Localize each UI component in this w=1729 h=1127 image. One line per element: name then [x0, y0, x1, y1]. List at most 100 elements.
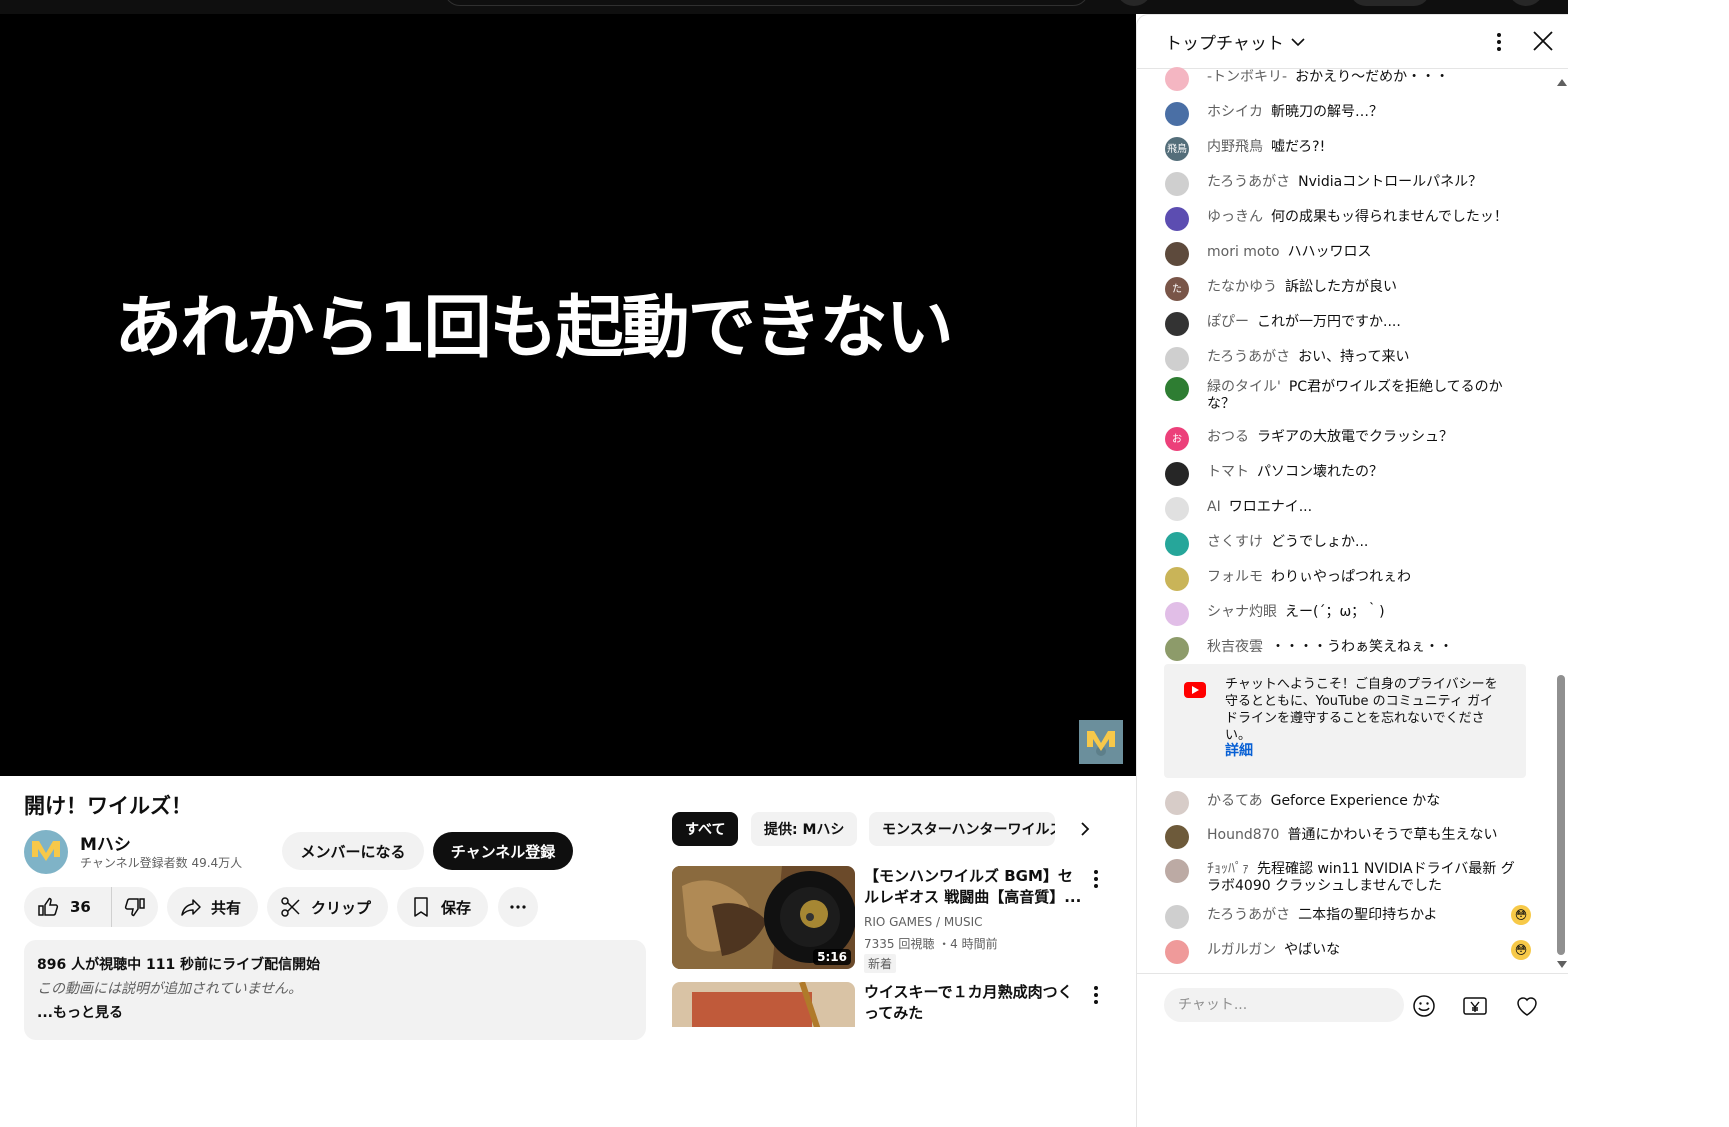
chat-author-avatar[interactable]: 飛鳥 [1165, 137, 1189, 161]
chat-author-name[interactable]: ゆっきん [1207, 209, 1263, 225]
chat-title: トップチャット [1165, 34, 1284, 54]
chip-all[interactable]: すべて [672, 812, 739, 846]
chat-author-avatar[interactable] [1165, 791, 1189, 815]
video-player[interactable]: あれから1回も起動できない [0, 14, 1136, 776]
chat-author-name[interactable]: シャナ灼眼 [1207, 604, 1277, 620]
create-button[interactable] [1116, 0, 1152, 6]
close-chat-button[interactable] [1531, 29, 1555, 53]
show-more-link[interactable]: ...もっと見る [37, 1002, 633, 1022]
chat-author-name[interactable]: ﾁｮｯﾊﾟｧ [1207, 861, 1249, 877]
share-button[interactable]: 共有 [167, 887, 258, 927]
chips-next-button[interactable] [1072, 816, 1098, 842]
new-badge: 新着 [864, 954, 897, 973]
chat-author-name[interactable]: -トンボキリ- [1207, 69, 1287, 85]
chat-author-avatar[interactable] [1165, 312, 1189, 336]
related-more-button[interactable] [1088, 984, 1104, 1006]
related-channel[interactable]: RIO GAMES / MUSIC [864, 915, 983, 929]
channel-watermark[interactable] [1079, 720, 1123, 764]
currency-yen-icon [1463, 997, 1487, 1015]
chip-monster-hunter[interactable]: モンスターハンターワイルズ [869, 812, 1055, 846]
chat-author-avatar[interactable] [1165, 905, 1189, 929]
chat-author-name[interactable]: おつる [1207, 429, 1249, 445]
chat-author-avatar[interactable] [1165, 242, 1189, 266]
related-video[interactable]: 5:16 【モンハンワイルズ BGM】セルレギオス 戦闘曲【高音質】... RI… [672, 866, 1112, 973]
welcome-details-link[interactable]: 詳細 [1225, 740, 1253, 760]
like-chat-button[interactable] [1513, 992, 1541, 1020]
chat-author-avatar[interactable] [1165, 377, 1189, 401]
chat-author-avatar[interactable] [1165, 207, 1189, 231]
super-chat-button[interactable] [1461, 992, 1489, 1020]
related-title[interactable]: 【モンハンワイルズ BGM】セルレギオス 戦闘曲【高音質】... [864, 866, 1084, 908]
subscribe-button[interactable]: チャンネル登録 [433, 832, 573, 870]
chat-author-avatar[interactable] [1165, 637, 1189, 661]
scroll-up-button[interactable] [1556, 73, 1568, 86]
chat-message-text: 斬暁刀の解号…？ [1271, 104, 1383, 120]
chat-author-name[interactable]: Hound870 [1207, 827, 1279, 843]
chat-author-name[interactable]: フォルモ [1207, 569, 1263, 585]
chip-from-channel[interactable]: 提供: Mハシ [751, 812, 858, 846]
chat-menu-button[interactable] [1489, 29, 1509, 55]
chat-author-avatar[interactable] [1165, 940, 1189, 964]
chat-author-name[interactable]: たろうあがさ [1207, 907, 1290, 923]
notifications-button[interactable] [1350, 0, 1430, 6]
dislike-button[interactable] [112, 887, 158, 927]
chat-author-avatar[interactable] [1165, 102, 1189, 126]
channel-avatar[interactable] [24, 830, 68, 874]
scroll-down-button[interactable] [1556, 956, 1568, 968]
chat-author-name[interactable]: トマト [1207, 464, 1249, 480]
smiley-icon [1413, 995, 1435, 1017]
more-actions-button[interactable] [498, 887, 538, 927]
chat-author-name[interactable]: たなかゆう [1207, 279, 1277, 295]
chat-input[interactable] [1164, 988, 1404, 1022]
chat-scrollbar[interactable] [1557, 675, 1565, 955]
chat-author-avatar[interactable] [1165, 347, 1189, 371]
chat-author-avatar[interactable]: お [1165, 427, 1189, 451]
chat-message-body: たろうあがさ 二本指の聖印持ちかよ [1207, 907, 1517, 924]
save-button[interactable]: 保存 [397, 887, 488, 927]
chat-author-name[interactable]: ルガルガン [1207, 942, 1276, 958]
chat-author-name[interactable]: ぽぴー [1207, 314, 1249, 330]
thumbs-down-icon [124, 898, 145, 917]
chat-mode-dropdown[interactable]: トップチャット [1165, 29, 1306, 54]
related-meta: 7335 回視聴 ・4 時間前 [864, 937, 998, 951]
chat-author-name[interactable]: かるてあ [1207, 793, 1263, 809]
chat-message-body: mori moto ハハッワロス [1207, 244, 1517, 261]
account-avatar[interactable] [1508, 0, 1544, 6]
chat-author-avatar[interactable] [1165, 825, 1189, 849]
top-bar [0, 0, 1568, 14]
chat-author-avatar[interactable] [1165, 602, 1189, 626]
chat-author-name[interactable]: たろうあがさ [1207, 174, 1290, 190]
chat-author-name[interactable]: さくすけ [1207, 534, 1263, 550]
description-box[interactable]: 896 人が視聴中 111 秒前にライブ配信開始 この動画には説明が追加されてい… [24, 940, 646, 1040]
chat-author-name[interactable]: 秋吉夜雲 [1207, 639, 1263, 655]
like-button[interactable]: 36 [24, 887, 112, 927]
chat-author-avatar[interactable] [1165, 532, 1189, 556]
chat-message-body: 内野飛鳥 嘘だろ?! [1207, 139, 1517, 156]
related-more-button[interactable] [1088, 868, 1104, 890]
chat-author-avatar[interactable] [1165, 172, 1189, 196]
search-box[interactable] [444, 0, 1089, 6]
chat-author-name[interactable]: AI [1207, 499, 1221, 515]
video-thumbnail[interactable] [672, 982, 855, 1027]
chat-author-avatar[interactable] [1165, 67, 1189, 91]
clip-button[interactable]: クリップ [267, 887, 388, 927]
chat-author-name[interactable]: mori moto [1207, 244, 1280, 260]
chat-author-name[interactable]: ホシイカ [1207, 104, 1263, 120]
chat-author-name[interactable]: たろうあがさ [1207, 349, 1290, 365]
join-button[interactable]: メンバーになる [282, 832, 424, 870]
chat-welcome-banner: チャットへようこそ！ご自身のプライバシーを守るとともに、YouTube のコミュ… [1164, 664, 1526, 778]
chat-author-avatar[interactable] [1165, 462, 1189, 486]
channel-name[interactable]: Mハシ [80, 830, 131, 855]
emoji-button[interactable] [1410, 992, 1438, 1020]
chat-message-text: どうでしょか... [1271, 534, 1369, 550]
video-thumbnail[interactable]: 5:16 [672, 866, 855, 969]
description-text: この動画には説明が追加されていません。 [37, 981, 303, 997]
chat-author-avatar[interactable] [1165, 497, 1189, 521]
related-video[interactable]: ウイスキーで１カ月熟成肉つくってみた [672, 982, 1112, 1027]
chat-author-avatar[interactable]: た [1165, 277, 1189, 301]
chat-author-avatar[interactable] [1165, 567, 1189, 591]
chat-author-name[interactable]: 内野飛鳥 [1207, 139, 1263, 155]
related-title[interactable]: ウイスキーで１カ月熟成肉つくってみた [864, 982, 1084, 1024]
chat-author-name[interactable]: 緑のタイル' [1207, 379, 1281, 395]
chat-author-avatar[interactable] [1165, 859, 1189, 883]
